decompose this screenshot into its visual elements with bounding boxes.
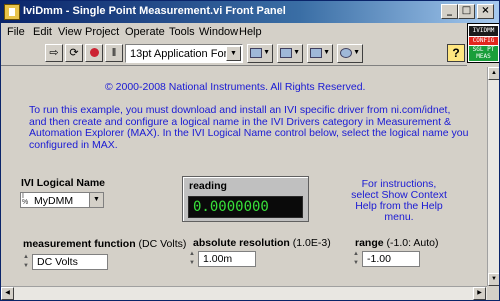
- resize-grip[interactable]: [487, 286, 499, 300]
- title-bar[interactable]: IviDmm - Single Point Measurement.vi Fro…: [1, 1, 499, 23]
- distribute-objects-icon[interactable]: ▼: [277, 44, 303, 63]
- vertical-scrollbar[interactable]: ▲ ▼: [487, 67, 499, 286]
- menu-operate[interactable]: Operate: [125, 26, 165, 38]
- maximize-button[interactable]: □: [458, 4, 475, 19]
- reading-label: reading: [189, 180, 227, 192]
- measurement-function-field[interactable]: DC Volts: [32, 254, 108, 270]
- labview-app-icon[interactable]: [4, 4, 20, 20]
- ivi-logical-name-control[interactable]: I% MyDMM ▼: [20, 192, 104, 208]
- absolute-resolution-field[interactable]: 1.00m: [198, 251, 256, 267]
- scroll-up-icon[interactable]: ▲: [488, 67, 499, 80]
- measurement-function-label: measurement function (DC Volts): [23, 238, 186, 250]
- absolute-resolution-default: (1.0E-3): [292, 237, 331, 249]
- context-help-icon[interactable]: ?: [447, 44, 465, 62]
- scroll-right-icon[interactable]: ▶: [473, 287, 486, 300]
- window-title: IviDmm - Single Point Measurement.vi Fro…: [23, 5, 286, 17]
- range-field[interactable]: -1.00: [362, 251, 420, 267]
- menu-file[interactable]: File: [7, 26, 25, 38]
- measurement-function-default: (DC Volts): [138, 238, 187, 250]
- vi-icon-line1: IVIDMM: [469, 26, 498, 36]
- vi-icon-line3: SGL PT MEAS: [469, 46, 498, 61]
- text-settings-select[interactable]: 13pt Application Font ▼: [125, 44, 243, 63]
- menu-help[interactable]: Help: [239, 26, 262, 38]
- ivi-logical-name-label: IVI Logical Name: [21, 177, 106, 189]
- menu-tools[interactable]: Tools: [169, 26, 195, 38]
- menu-window[interactable]: Window: [199, 26, 238, 38]
- absolute-resolution-label-text: absolute resolution: [193, 237, 290, 249]
- pause-icon[interactable]: ‖: [105, 44, 123, 62]
- chevron-down-icon: ▼: [226, 46, 241, 61]
- reading-indicator: reading 0.0000000: [182, 176, 309, 222]
- measurement-function-label-text: measurement function: [23, 238, 136, 250]
- absolute-resolution-label: absolute resolution (1.0E-3): [193, 237, 331, 249]
- menu-bar: File Edit View Project Operate Tools Win…: [1, 23, 467, 42]
- reading-display: 0.0000000: [188, 196, 303, 218]
- range-label: range (-1.0: Auto): [355, 237, 438, 249]
- scroll-down-icon[interactable]: ▼: [488, 273, 499, 286]
- menu-project[interactable]: Project: [85, 26, 119, 38]
- resize-objects-icon[interactable]: ▼: [307, 44, 333, 63]
- vi-icon-line2: CONFIG: [469, 37, 498, 45]
- ivi-logical-name-value: MyDMM: [34, 195, 74, 207]
- font-select-value: 13pt Application Font: [130, 48, 233, 60]
- absolute-resolution-stepper[interactable]: ▲ ▼: [187, 250, 197, 268]
- run-arrow-icon[interactable]: ⇨: [45, 44, 63, 62]
- horizontal-scrollbar[interactable]: ◀ ▶: [1, 286, 487, 300]
- toolbar: ⇨ ⟳ ‖ 13pt Application Font ▼ ▼ ▼ ▼ ▼ ?: [1, 42, 467, 66]
- measurement-function-stepper[interactable]: ▲ ▼: [21, 253, 31, 271]
- help-note-text: For instructions, select Show Context He…: [351, 178, 447, 223]
- abort-icon[interactable]: [85, 44, 103, 62]
- range-stepper[interactable]: ▲ ▼: [351, 250, 361, 268]
- io-name-icon: I%: [22, 193, 29, 206]
- scroll-left-icon[interactable]: ◀: [1, 287, 14, 300]
- chevron-down-icon[interactable]: ▼: [89, 193, 103, 207]
- align-objects-icon[interactable]: ▼: [247, 44, 273, 63]
- vi-connector-icon[interactable]: IVIDMM CONFIG SGL PT MEAS: [467, 23, 499, 63]
- reorder-icon[interactable]: ▼: [337, 44, 363, 63]
- minimize-button[interactable]: _: [441, 4, 458, 19]
- range-label-text: range: [355, 237, 384, 249]
- menu-view[interactable]: View: [58, 26, 82, 38]
- copyright-text: © 2000-2008 National Instruments. All Ri…: [105, 81, 366, 93]
- labview-front-panel-window: IviDmm - Single Point Measurement.vi Fro…: [0, 0, 500, 301]
- menu-edit[interactable]: Edit: [33, 26, 52, 38]
- run-continuously-icon[interactable]: ⟳: [65, 44, 83, 62]
- close-button[interactable]: ×: [477, 4, 494, 19]
- range-default: (-1.0: Auto): [386, 237, 439, 249]
- instructions-text: To run this example, you must download a…: [29, 104, 469, 151]
